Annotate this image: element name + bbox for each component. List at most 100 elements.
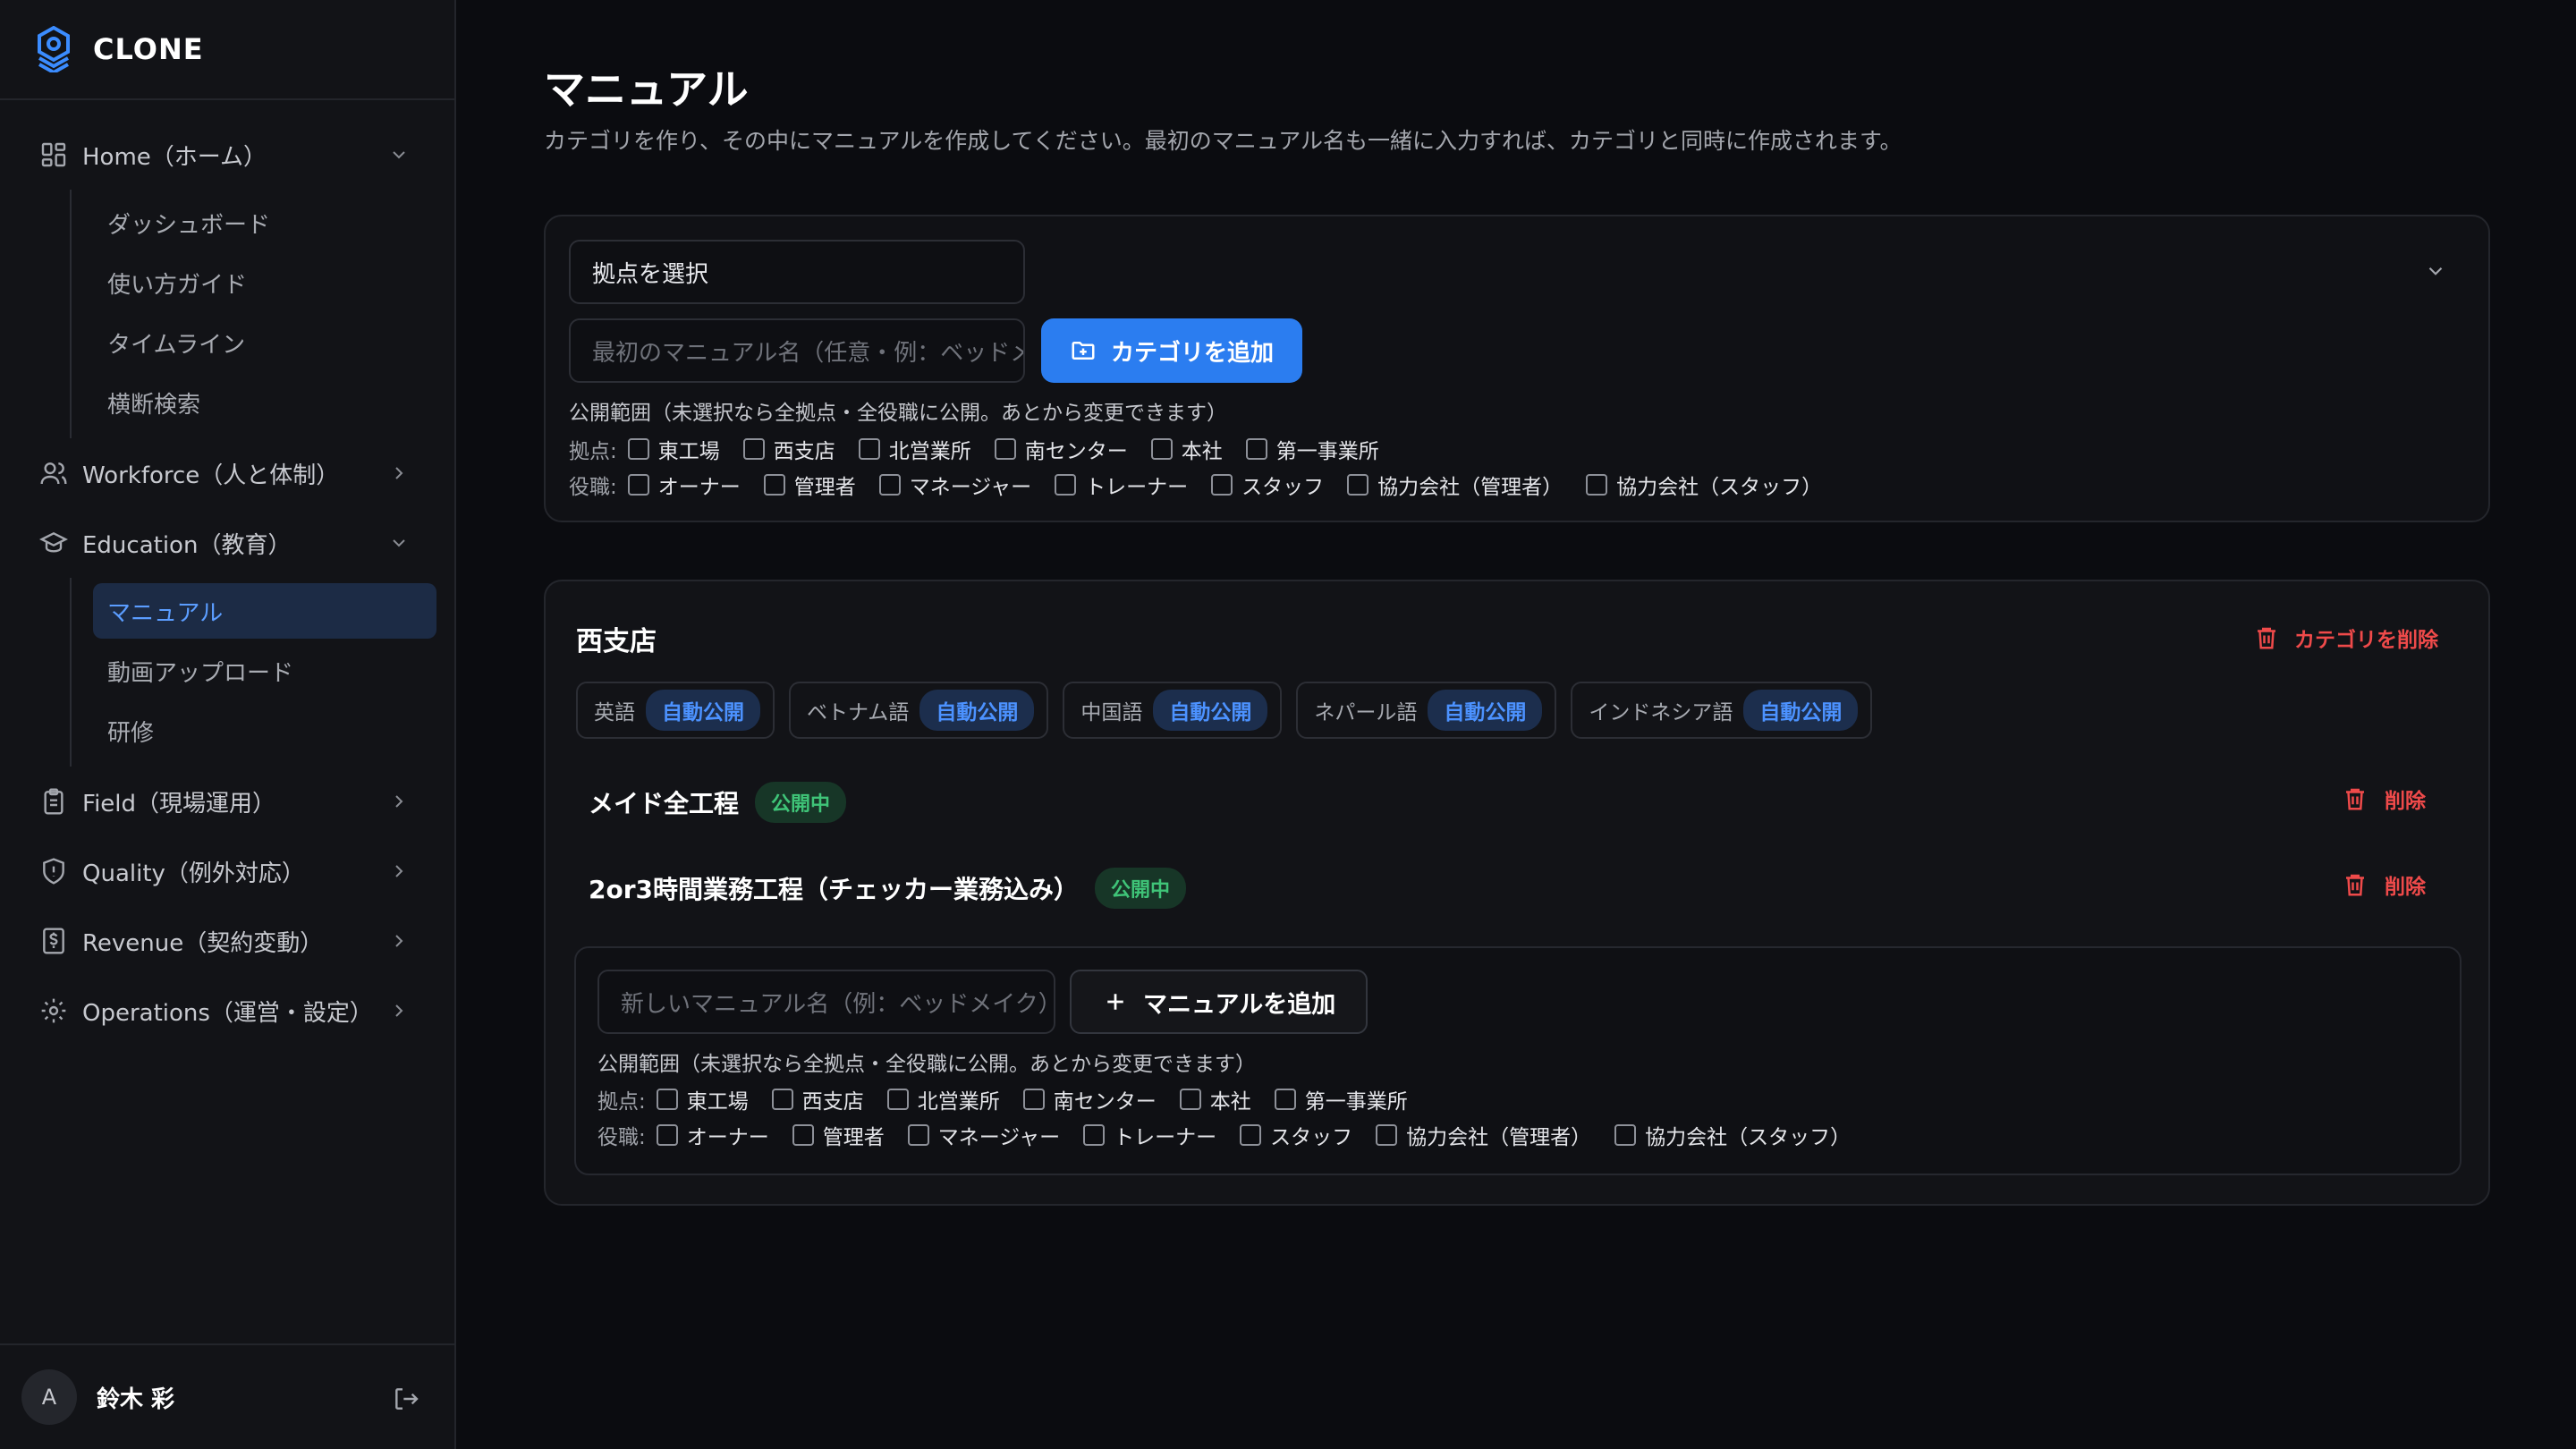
checkbox[interactable] bbox=[742, 438, 765, 460]
gear-icon bbox=[41, 998, 66, 1023]
checkbox[interactable] bbox=[792, 1124, 814, 1146]
role-checkbox[interactable]: 管理者 bbox=[763, 470, 856, 500]
nav-item-search[interactable]: 横断検索 bbox=[72, 373, 454, 433]
checkbox[interactable] bbox=[1347, 474, 1369, 496]
role-checkbox[interactable]: スタッフ bbox=[1211, 470, 1324, 500]
nav-item-dashboard[interactable]: ダッシュボード bbox=[72, 193, 454, 253]
nav-group-operations[interactable]: Operations（運営・設定） bbox=[0, 976, 454, 1046]
checkbox-label: 管理者 bbox=[822, 1126, 885, 1149]
nav-group-label: Revenue（契約変動） bbox=[82, 929, 324, 957]
checkbox[interactable] bbox=[627, 438, 649, 460]
base-checkbox[interactable]: 南センター bbox=[1022, 1084, 1157, 1114]
chevron-down-icon[interactable] bbox=[2424, 259, 2447, 283]
user-name: 鈴木 彩 bbox=[97, 1385, 175, 1413]
checkbox[interactable] bbox=[763, 474, 785, 496]
base-checkbox[interactable]: 西支店 bbox=[771, 1084, 864, 1114]
base-checkbox[interactable]: 東工場 bbox=[627, 434, 720, 464]
delete-category-button[interactable]: カテゴリを削除 bbox=[2253, 623, 2438, 653]
plus-icon bbox=[1107, 994, 1123, 1010]
roles-row: 役職: オーナー 管理者 マネージャー トレーナー スタッフ 協力会社（管理者）… bbox=[597, 1120, 1874, 1150]
language-pill[interactable]: 英語 自動公開 bbox=[576, 682, 775, 739]
nav-group-education[interactable]: Education（教育） bbox=[0, 508, 454, 578]
role-checkbox[interactable]: マネージャー bbox=[878, 470, 1031, 500]
status-badge: 自動公開 bbox=[1153, 690, 1268, 731]
nav-group-home[interactable]: Home（ホーム） bbox=[0, 120, 454, 190]
base-checkbox[interactable]: 南センター bbox=[994, 434, 1128, 464]
avatar[interactable]: A bbox=[21, 1369, 77, 1425]
base-checkbox[interactable]: 東工場 bbox=[656, 1084, 749, 1114]
checkbox[interactable] bbox=[878, 474, 901, 496]
delete-manual-button[interactable]: 削除 bbox=[2342, 869, 2426, 900]
nav-item-timeline[interactable]: タイムライン bbox=[72, 313, 454, 373]
nav-group-field[interactable]: Field（現場運用） bbox=[0, 767, 454, 836]
checkbox[interactable] bbox=[1614, 1124, 1637, 1146]
language-pill[interactable]: 中国語 自動公開 bbox=[1063, 682, 1283, 739]
nav-group-quality[interactable]: Quality（例外対応） bbox=[0, 836, 454, 906]
checkbox[interactable] bbox=[886, 1089, 909, 1110]
first-manual-input[interactable]: 最初のマニュアル名（任意・例：ベッドメイク） bbox=[569, 318, 1025, 383]
checkbox[interactable] bbox=[858, 438, 880, 460]
manual-name[interactable]: メイド全工程 bbox=[589, 784, 739, 820]
checkbox[interactable] bbox=[1211, 474, 1233, 496]
status-badge: 自動公開 bbox=[1428, 690, 1543, 731]
checkbox[interactable] bbox=[771, 1089, 793, 1110]
checkbox[interactable] bbox=[656, 1124, 678, 1146]
roles-row: 役職: オーナー 管理者 マネージャー トレーナー スタッフ 協力会社（管理者）… bbox=[569, 470, 1845, 500]
role-checkbox[interactable]: 協力会社（管理者） bbox=[1376, 1120, 1591, 1150]
language-pill[interactable]: ベトナム語 自動公開 bbox=[789, 682, 1049, 739]
nav-item-manual[interactable]: マニュアル bbox=[93, 583, 436, 639]
manual-row[interactable]: メイド全工程 公開中 bbox=[589, 780, 847, 825]
nav-item-guide[interactable]: 使い方ガイド bbox=[72, 253, 454, 313]
checkbox[interactable] bbox=[907, 1124, 929, 1146]
base-checkbox[interactable]: 本社 bbox=[1150, 434, 1223, 464]
base-checkbox[interactable]: 西支店 bbox=[742, 434, 835, 464]
checkbox[interactable] bbox=[1586, 474, 1608, 496]
status-badge: 自動公開 bbox=[919, 690, 1035, 731]
checkbox[interactable] bbox=[1150, 438, 1173, 460]
checkbox[interactable] bbox=[656, 1089, 678, 1110]
checkbox[interactable] bbox=[1022, 1089, 1045, 1110]
checkbox[interactable] bbox=[994, 438, 1016, 460]
checkbox[interactable] bbox=[1376, 1124, 1398, 1146]
base-checkbox[interactable]: 第一事業所 bbox=[1274, 1084, 1408, 1114]
base-checkbox[interactable]: 北営業所 bbox=[858, 434, 971, 464]
delete-manual-button[interactable]: 削除 bbox=[2342, 784, 2426, 814]
logout-icon[interactable] bbox=[392, 1385, 420, 1413]
checkbox[interactable] bbox=[627, 474, 649, 496]
language-pill[interactable]: ネパール語 自動公開 bbox=[1296, 682, 1557, 739]
role-checkbox[interactable]: 協力会社（スタッフ） bbox=[1614, 1120, 1851, 1150]
manual-name[interactable]: 2or3時間業務工程（チェッカー業務込み） bbox=[589, 870, 1079, 906]
checkbox[interactable] bbox=[1274, 1089, 1296, 1110]
nav-group-revenue[interactable]: Revenue（契約変動） bbox=[0, 906, 454, 976]
nav-group-workforce[interactable]: Workforce（人と体制） bbox=[0, 438, 454, 508]
role-checkbox[interactable]: トレーナー bbox=[1055, 470, 1188, 500]
language-pill[interactable]: インドネシア語 自動公開 bbox=[1571, 682, 1873, 739]
role-checkbox[interactable]: オーナー bbox=[627, 470, 741, 500]
checkbox[interactable] bbox=[1179, 1089, 1201, 1110]
checkbox[interactable] bbox=[1240, 1124, 1262, 1146]
new-manual-input[interactable]: 新しいマニュアル名（例：ベッドメイク） bbox=[597, 970, 1055, 1034]
role-checkbox[interactable]: スタッフ bbox=[1240, 1120, 1352, 1150]
role-checkbox[interactable]: トレーナー bbox=[1083, 1120, 1216, 1150]
add-category-button[interactable]: カテゴリを追加 bbox=[1041, 318, 1303, 383]
nav-item-training[interactable]: 研修 bbox=[72, 701, 454, 761]
language-name: 英語 bbox=[594, 701, 635, 724]
role-checkbox[interactable]: 管理者 bbox=[792, 1120, 885, 1150]
base-checkbox[interactable]: 第一事業所 bbox=[1245, 434, 1379, 464]
manual-row[interactable]: 2or3時間業務工程（チェッカー業務込み） 公開中 bbox=[589, 866, 1187, 911]
role-checkbox[interactable]: オーナー bbox=[656, 1120, 769, 1150]
base-checkbox[interactable]: 北営業所 bbox=[886, 1084, 1000, 1114]
user-bar: A 鈴木 彩 bbox=[0, 1343, 454, 1449]
checkbox[interactable] bbox=[1055, 474, 1077, 496]
checkbox[interactable] bbox=[1245, 438, 1267, 460]
base-select[interactable]: 拠点を選択 bbox=[569, 240, 1025, 304]
brand[interactable]: CLONE bbox=[0, 0, 454, 100]
role-checkbox[interactable]: 協力会社（スタッフ） bbox=[1586, 470, 1822, 500]
checkbox[interactable] bbox=[1083, 1124, 1106, 1146]
role-checkbox[interactable]: マネージャー bbox=[907, 1120, 1060, 1150]
checkbox-label: 本社 bbox=[1209, 1090, 1251, 1114]
role-checkbox[interactable]: 協力会社（管理者） bbox=[1347, 470, 1563, 500]
add-manual-button[interactable]: マニュアルを追加 bbox=[1070, 970, 1368, 1034]
nav-item-video-upload[interactable]: 動画アップロード bbox=[72, 641, 454, 701]
base-checkbox[interactable]: 本社 bbox=[1179, 1084, 1251, 1114]
